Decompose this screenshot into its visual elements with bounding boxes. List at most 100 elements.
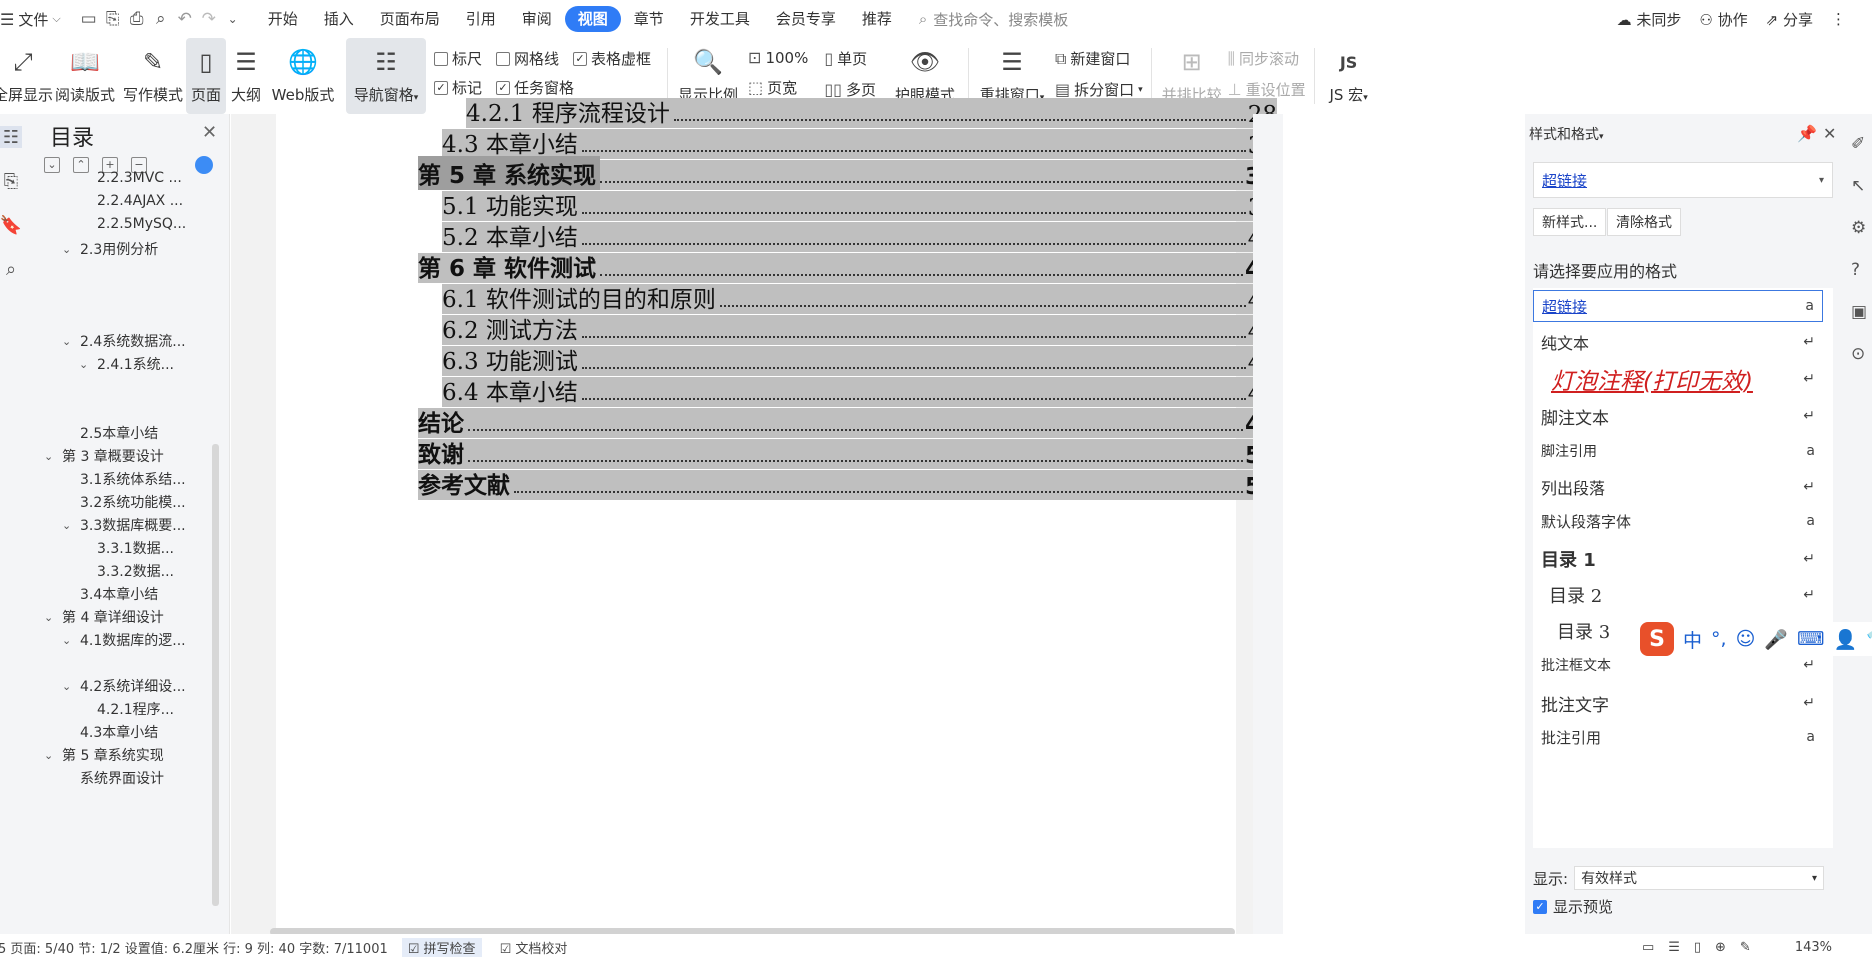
reading-layout-button[interactable]: 📖 阅读版式: [50, 38, 120, 114]
nav-toc-item[interactable]: 3.2系统功能模...: [80, 492, 186, 512]
toc-entry[interactable]: 6.1 软件测试的目的和原则44: [442, 284, 1277, 314]
nav-toc-item[interactable]: ⌄ 第 5 章系统实现: [44, 745, 164, 765]
skin-icon[interactable]: 👕: [1866, 628, 1872, 651]
pin-icon[interactable]: 📌: [1797, 124, 1817, 143]
punctuation-icon[interactable]: °,: [1711, 628, 1727, 650]
toc-entry[interactable]: 6.3 功能测试44: [442, 346, 1277, 376]
nav-toc-item[interactable]: ⌄ 2.3用例分析: [62, 239, 158, 259]
toc-entry[interactable]: 结论49: [418, 408, 1277, 438]
style-item[interactable]: 批注引用 a: [1533, 722, 1823, 752]
tab-dev-tools[interactable]: 开发工具: [677, 6, 763, 32]
image-icon[interactable]: ▣: [1851, 302, 1867, 322]
print-preview-icon[interactable]: ⌕: [149, 7, 173, 31]
sync-scroll-button[interactable]: ⫼ 同步滚动: [1228, 48, 1306, 69]
style-item[interactable]: 脚注引用 a: [1533, 436, 1823, 466]
toc-entry[interactable]: 4.3 本章小结34: [442, 129, 1277, 159]
page-width-button[interactable]: ⬚ 页宽: [748, 77, 808, 98]
toc-entry[interactable]: 第 5 章 系统实现35: [418, 156, 1277, 190]
nav-toc-item[interactable]: ⌄ 第 4 章详细设计: [44, 607, 164, 627]
chevron-down-icon[interactable]: ⌄: [62, 335, 76, 348]
redo-icon[interactable]: ↷: [197, 7, 221, 31]
chevron-down-icon[interactable]: ⌄: [44, 749, 58, 762]
tab-insert[interactable]: 插入: [311, 6, 367, 32]
share-button[interactable]: ⇗ 分享: [1766, 9, 1813, 30]
document-vertical-scrollbar[interactable]: [1253, 114, 1283, 934]
tab-recommend[interactable]: 推荐: [849, 6, 905, 32]
gridlines-checkbox[interactable]: 网格线: [496, 48, 559, 69]
js-macro-button[interactable]: JS JS 宏▾: [1323, 38, 1375, 114]
nav-toc-item[interactable]: ⌄ 4.1数据库的逻...: [62, 630, 186, 650]
toc-entry[interactable]: 6.2 测试方法44: [442, 315, 1277, 345]
spell-check-button[interactable]: ☑ 拼写检查: [401, 937, 482, 957]
style-item[interactable]: 默认段落字体 a: [1533, 506, 1823, 536]
web-layout-button[interactable]: 🌐 Web版式: [266, 38, 340, 114]
tab-view[interactable]: 视图: [564, 6, 621, 32]
export-pdf-icon[interactable]: ⎘: [101, 7, 125, 31]
zoom-100-button[interactable]: ⊡ 100%: [748, 48, 808, 67]
outline-view-button[interactable]: ☰ 大纲: [226, 38, 266, 114]
tab-member[interactable]: 会员专享: [763, 6, 849, 32]
nav-pane-button[interactable]: ☷ 导航窗格▾: [346, 38, 426, 114]
toc-entry[interactable]: 6.4 本章小结48: [442, 377, 1277, 407]
show-preview-checkbox[interactable]: ✓ 显示预览: [1533, 896, 1613, 917]
split-window-button[interactable]: ▤ 拆分窗口 ▾: [1055, 79, 1143, 100]
nav-toc-item[interactable]: 2.2.3MVC ...: [97, 170, 182, 186]
style-pane-icon[interactable]: ✐: [1851, 134, 1865, 154]
toc-panel-icon[interactable]: ☷: [0, 126, 22, 148]
nav-toc-item[interactable]: 3.3.1数据...: [97, 538, 174, 558]
new-window-button[interactable]: ⧉ 新建窗口: [1055, 48, 1143, 69]
style-item[interactable]: 纯文本 ↵: [1533, 326, 1823, 358]
writing-mode-button[interactable]: ✎ 写作模式: [120, 38, 186, 114]
chevron-down-icon[interactable]: ⌄: [79, 358, 93, 371]
close-icon[interactable]: ✕: [202, 122, 217, 143]
sync-button[interactable]: ☁ 未同步: [1617, 9, 1682, 30]
toc-entry[interactable]: 5.2 本章小结43: [442, 222, 1277, 252]
help-icon[interactable]: ?: [1851, 260, 1860, 280]
nav-toc-item[interactable]: ⌄ 4.2系统详细设...: [62, 676, 186, 696]
chevron-down-icon[interactable]: ⌄: [62, 519, 76, 532]
table-frame-checkbox[interactable]: 表格虚框: [573, 48, 651, 69]
close-icon[interactable]: ✕: [1823, 124, 1836, 143]
tab-page-layout[interactable]: 页面布局: [367, 6, 453, 32]
nav-toc-item[interactable]: ⌄ 3.3数据库概要...: [62, 515, 186, 535]
page-view-button[interactable]: ▯ 页面: [186, 38, 226, 114]
fullscreen-button[interactable]: ⤢ 全屏显示: [0, 38, 53, 114]
tab-start[interactable]: 开始: [255, 6, 311, 32]
nav-toc-item[interactable]: ⌄ 2.4系统数据流...: [62, 331, 186, 351]
nav-toc-item[interactable]: 3.3.2数据...: [97, 561, 174, 581]
nav-scrollbar[interactable]: [212, 444, 219, 906]
nav-toc-item[interactable]: ⌄ 第 3 章概要设计: [44, 446, 164, 466]
style-item[interactable]: 超链接 a: [1533, 290, 1823, 322]
ruler-checkbox[interactable]: 标尺: [434, 48, 482, 69]
proofread-button[interactable]: ☑ 文档校对: [500, 938, 568, 957]
toc-entry[interactable]: 参考文献51: [418, 470, 1277, 500]
toc-entry[interactable]: 致谢50: [418, 439, 1277, 469]
style-item[interactable]: 批注文字 ↵: [1533, 686, 1823, 720]
more-icon[interactable]: ⋮: [1831, 10, 1846, 28]
nav-toc-item[interactable]: 2.2.5MySQ...: [97, 216, 186, 232]
undo-icon[interactable]: ↶: [173, 7, 197, 31]
multi-page-button[interactable]: ▯▯ 多页: [824, 79, 876, 100]
collab-button[interactable]: ⚇ 协作: [1699, 9, 1747, 30]
tab-references[interactable]: 引用: [453, 6, 509, 32]
style-item[interactable]: 脚注文本 ↵: [1533, 400, 1823, 432]
select-icon[interactable]: ↖: [1851, 176, 1865, 196]
new-style-button[interactable]: 新样式...: [1533, 208, 1607, 236]
nav-toc-item[interactable]: 2.2.4AJAX ...: [97, 193, 183, 209]
nav-toc-item[interactable]: ⌄ 2.4.1系统...: [79, 354, 174, 374]
microphone-icon[interactable]: 🎤: [1764, 628, 1788, 651]
style-item[interactable]: 目录 1 ↵: [1533, 542, 1823, 576]
command-search[interactable]: ⌕ 查找命令、搜索模板: [919, 9, 1068, 30]
user-icon[interactable]: 👤: [1833, 628, 1857, 651]
chevron-down-icon[interactable]: ⌄: [62, 680, 76, 693]
reset-position-button[interactable]: ⊥ 重设位置: [1228, 79, 1306, 100]
nav-toc-item[interactable]: 2.5本章小结: [80, 423, 158, 443]
show-styles-select[interactable]: 有效样式 ▾: [1574, 866, 1825, 890]
print-icon[interactable]: ⎙: [125, 7, 149, 31]
sync-toggle-icon[interactable]: [195, 156, 213, 174]
toc-entry[interactable]: 4.2.1 程序流程设计28: [466, 98, 1277, 128]
bookmark-icon[interactable]: 🔖: [0, 214, 22, 236]
expand-all-icon[interactable]: ⌃: [73, 157, 89, 173]
property-icon[interactable]: ⚙: [1851, 218, 1866, 238]
tab-section[interactable]: 章节: [621, 6, 677, 32]
